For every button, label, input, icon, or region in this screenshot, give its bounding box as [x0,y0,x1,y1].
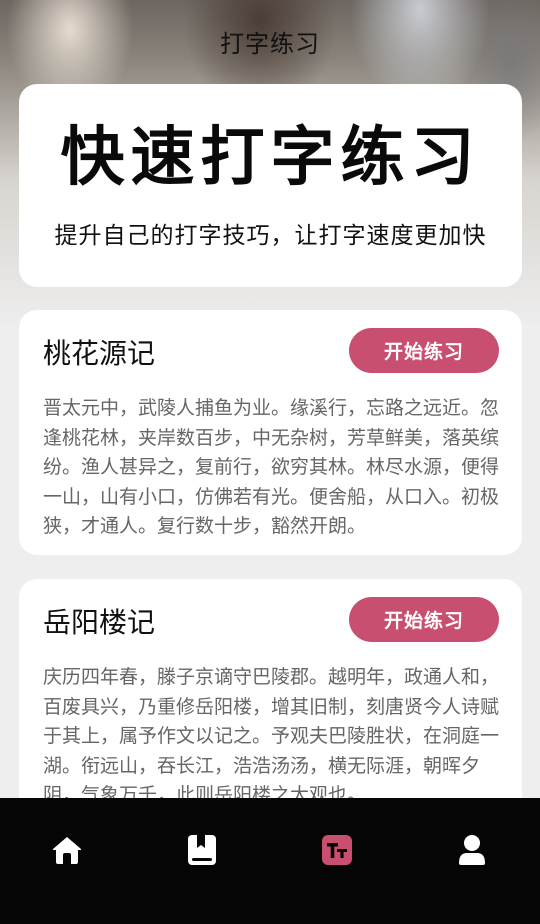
article-excerpt: 晋太元中，武陵人捕鱼为业。缘溪行，忘路之远近。忽逢桃花林，夹岸数百步，中无杂树，… [43,397,499,537]
article-title: 岳阳楼记 [43,606,156,639]
tab-library[interactable] [180,828,224,872]
user-icon [459,835,485,865]
typing-icon [322,835,352,865]
bottom-tab-bar [0,798,540,924]
page-title: 打字练习 [220,30,320,58]
article-title: 桃花源记 [43,337,156,370]
start-practice-button[interactable]: 开始练习 [349,328,499,373]
tab-typing[interactable] [315,828,359,872]
start-practice-button[interactable]: 开始练习 [349,597,499,642]
home-icon [52,837,82,864]
article-excerpt: 庆历四年春，滕子京谪守巴陵郡。越明年，政通人和，百废具兴，乃重修岳阳楼，增其旧制… [43,666,499,803]
article-card[interactable]: 桃花源记 开始练习 晋太元中，武陵人捕鱼为业。缘溪行，忘路之远近。忽逢桃花林，夹… [19,310,522,555]
hero-heading: 快速打字练习 [60,121,481,195]
tab-home[interactable] [45,828,89,872]
hero-banner: 快速打字练习 提升自己的打字技巧，让打字速度更加快 [19,84,522,287]
hero-subtitle: 提升自己的打字技巧，让打字速度更加快 [54,223,487,249]
tab-profile[interactable] [450,828,494,872]
book-icon [188,835,216,865]
